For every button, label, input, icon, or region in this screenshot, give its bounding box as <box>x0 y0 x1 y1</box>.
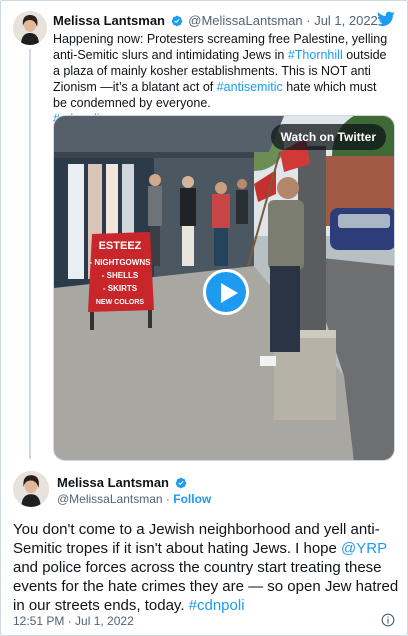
verified-badge-icon <box>171 15 182 27</box>
author-name: Melissa Lantsman <box>57 475 189 490</box>
hashtag-link[interactable]: #antisemitic <box>217 80 283 94</box>
follow-button[interactable]: Follow <box>173 492 211 506</box>
store-sign-title: ESTEEZ <box>99 240 142 252</box>
avatar[interactable] <box>13 471 49 507</box>
verified-badge-icon <box>175 477 186 489</box>
store-sign-line: - NIGHTGOWNS <box>90 258 152 267</box>
hashtag-link[interactable]: #Thornhill <box>288 48 343 62</box>
quoted-tweet-header: Melissa Lantsman @MelissaLantsman · Jul … <box>53 13 378 28</box>
author-handle[interactable]: @MelissaLantsman <box>57 492 163 506</box>
store-sign-line: NEW COLORS <box>96 299 145 306</box>
video-player[interactable]: ESTEEZ - NIGHTGOWNS - SHELLS - SKIRTS NE… <box>53 115 395 461</box>
tweet-embed-card: Melissa Lantsman @MelissaLantsman · Jul … <box>0 0 408 636</box>
mention-link[interactable]: @YRP <box>341 540 387 557</box>
tweet-timestamp[interactable]: 12:51 PM · Jul 1, 2022 <box>13 614 134 628</box>
play-button[interactable] <box>203 269 249 315</box>
tweet-text-segment: You don't come to a Jewish neighborhood … <box>13 521 380 557</box>
info-icon[interactable] <box>381 613 395 627</box>
twitter-bird-icon[interactable] <box>377 11 395 27</box>
store-sign-line: - SKIRTS <box>103 284 138 293</box>
hashtag-link[interactable]: #cdnpoli <box>189 597 245 614</box>
main-tweet-text: You don't come to a Jewish neighborhood … <box>13 520 401 615</box>
author-handle[interactable]: @MelissaLantsman <box>188 13 302 28</box>
tweet-date[interactable]: Jul 1, 2022 <box>314 13 378 28</box>
quoted-tweet-text: Happening now: Protesters screaming free… <box>53 31 391 127</box>
store-sign-line: - SHELLS <box>102 271 139 280</box>
author-handle-row: @MelissaLantsman · Follow <box>57 492 211 506</box>
author-name[interactable]: Melissa Lantsman <box>53 13 165 28</box>
watch-on-twitter-button[interactable]: Watch on Twitter <box>270 124 386 150</box>
thread-line <box>29 49 31 459</box>
separator-dot: · <box>306 13 315 28</box>
author-name-text[interactable]: Melissa Lantsman <box>57 475 169 490</box>
play-icon <box>221 283 238 303</box>
avatar[interactable] <box>13 11 47 45</box>
